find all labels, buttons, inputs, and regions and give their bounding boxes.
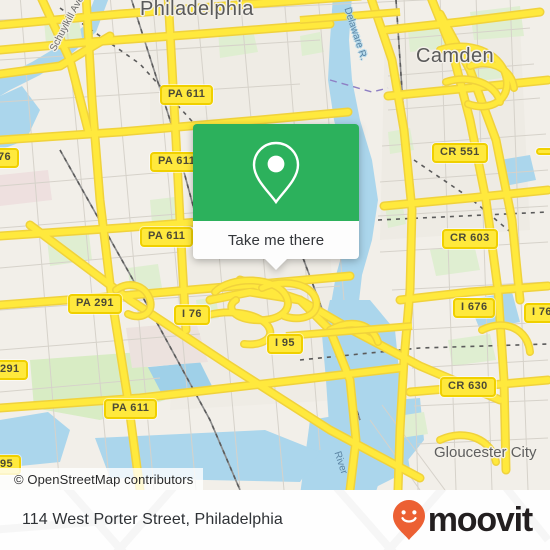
- place-label-camden: Camden: [416, 45, 494, 67]
- route-shield: 76: [0, 148, 20, 168]
- take-me-there-label: Take me there: [227, 231, 325, 249]
- callout-pin-panel: [193, 124, 359, 221]
- route-shield: PA 611: [160, 85, 214, 105]
- attribution-text: © OpenStreetMap contributors: [14, 471, 194, 487]
- moovit-wordmark: moovit: [427, 501, 533, 539]
- location-callout-card[interactable]: Take me there: [193, 124, 359, 270]
- route-shield: PA 611: [104, 399, 158, 419]
- osm-attribution[interactable]: © OpenStreetMap contributors: [0, 468, 204, 490]
- map-canvas[interactable]: PA 611 PA 611 PA 611 PA 611 PA 291 291 7…: [0, 0, 550, 490]
- address-text: 114 West Porter Street, Philadelphia: [22, 511, 283, 528]
- place-label-philadelphia: Philadelphia: [140, 0, 254, 20]
- route-shield: CR 603: [442, 229, 498, 249]
- route-shield: PA 611: [140, 227, 194, 247]
- route-shield: I 76: [174, 305, 210, 325]
- route-shield: CR 551: [432, 143, 488, 163]
- route-shield: I 95: [267, 334, 303, 354]
- route-shield: I 676: [453, 298, 496, 318]
- route-shield: I 76: [524, 303, 550, 323]
- route-shield: CR 630: [440, 377, 496, 397]
- take-me-there-button[interactable]: Take me there: [193, 221, 359, 270]
- moovit-pin-smile-icon: [392, 500, 425, 540]
- map-pin-icon: [252, 141, 300, 204]
- map-screenshot: PA 611 PA 611 PA 611 PA 611 PA 291 291 7…: [0, 0, 550, 550]
- moovit-logo[interactable]: moovit: [392, 499, 533, 541]
- route-shield: PA 291: [68, 294, 122, 314]
- route-shield-partial: [536, 148, 550, 155]
- place-label-gloucester-city: Gloucester City: [434, 444, 537, 461]
- callout-pointer: [264, 258, 288, 270]
- route-shield: 291: [0, 360, 28, 380]
- footer-bar: 114 West Porter Street, Philadelphia moo…: [0, 490, 550, 550]
